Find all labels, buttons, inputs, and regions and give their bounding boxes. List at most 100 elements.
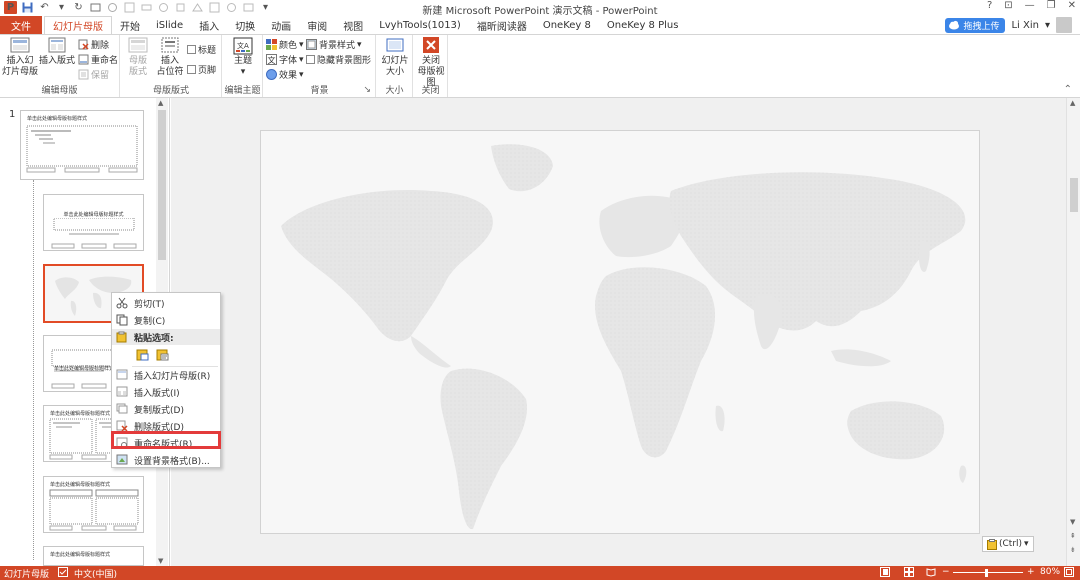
background-styles-button[interactable]: 背景样式 ▾ bbox=[306, 38, 362, 51]
menu-item-insert-slide-master[interactable]: 插入幻灯片母版(R) bbox=[112, 367, 220, 383]
insert-placeholder-button[interactable]: 插入 占位符 bbox=[153, 37, 187, 78]
menu-item-insert-master-label: 插入幻灯片母版(R) bbox=[134, 371, 211, 382]
master-layout-button[interactable]: 母版 版式 bbox=[124, 37, 152, 78]
colors-dropdown-icon: ▾ bbox=[299, 39, 304, 50]
group-label-edit-theme: 编辑主题 bbox=[224, 86, 261, 96]
tab-10[interactable]: OneKey 8 bbox=[535, 16, 599, 34]
menu-item-copy[interactable]: 复制(C) bbox=[112, 312, 220, 328]
rename-button[interactable]: 重命名 bbox=[78, 53, 118, 66]
avatar[interactable] bbox=[1056, 17, 1072, 33]
menu-item-duplicate-layout[interactable]: 复制版式(D) bbox=[112, 401, 220, 417]
previous-slide-icon[interactable]: ⇞ bbox=[1070, 532, 1076, 540]
menu-item-insert-layout[interactable]: 插入版式(I) bbox=[112, 384, 220, 400]
delete-button[interactable]: 删除 bbox=[78, 38, 109, 51]
tab-0[interactable]: 幻灯片母版 bbox=[44, 16, 112, 34]
slide-layout-world-map[interactable] bbox=[260, 130, 980, 534]
zoom-slider-knob[interactable] bbox=[985, 569, 988, 577]
canvas-scroll-thumb[interactable] bbox=[1070, 178, 1078, 212]
menu-item-cut-label: 剪切(T) bbox=[134, 299, 165, 310]
scroll-down-icon[interactable]: ▼ bbox=[158, 557, 163, 565]
restore-icon[interactable]: ❐ bbox=[1047, 0, 1056, 11]
paste-options-ctrl-button[interactable]: (Ctrl) ▾ bbox=[982, 536, 1034, 552]
menu-item-cut[interactable]: 剪切(T) bbox=[112, 295, 220, 311]
paste-use-destination-theme-icon[interactable] bbox=[136, 348, 149, 361]
thumbnail-slide-master[interactable]: 单击此处编辑母版标题样式 bbox=[20, 110, 144, 180]
upload-button[interactable]: 拖拽上传 bbox=[945, 17, 1006, 33]
status-language[interactable]: 中文(中国) bbox=[74, 567, 117, 580]
background-dialog-launcher-icon[interactable]: ↘ bbox=[363, 85, 371, 95]
paste-keep-source-format-icon[interactable] bbox=[156, 348, 169, 361]
footer-checkbox[interactable]: 页脚 bbox=[187, 63, 216, 76]
theme-label: 主题 bbox=[233, 56, 252, 66]
thumbnail-scroll-thumb[interactable] bbox=[158, 110, 166, 260]
title-checkbox-box[interactable] bbox=[187, 45, 196, 54]
help-icon[interactable]: ? bbox=[987, 0, 992, 11]
minimize-icon[interactable]: — bbox=[1025, 0, 1035, 11]
tab-4[interactable]: 切换 bbox=[227, 16, 263, 34]
insert-layout-label: 插入版式 bbox=[38, 56, 75, 66]
preserve-button[interactable]: 保留 bbox=[78, 68, 109, 81]
title-checkbox[interactable]: 标题 bbox=[187, 43, 216, 56]
tab-8[interactable]: LvyhTools(1013) bbox=[371, 16, 469, 34]
thumbnail-layout-title-only[interactable]: 单击此处编辑母版标题样式 bbox=[43, 546, 144, 566]
highlight-annotation-box bbox=[111, 431, 221, 449]
insert-slide-master-button[interactable]: 插入幻 灯片母版 bbox=[2, 37, 38, 78]
insert-layout-button[interactable]: 插入版式 bbox=[38, 37, 76, 67]
tab-5[interactable]: 动画 bbox=[263, 16, 299, 34]
menu-item-copy-label: 复制(C) bbox=[134, 316, 166, 327]
colors-button[interactable]: 颜色 ▾ bbox=[266, 38, 304, 51]
normal-view-icon[interactable] bbox=[880, 567, 890, 580]
footer-checkbox-box[interactable] bbox=[187, 65, 196, 74]
next-slide-icon[interactable]: ⇟ bbox=[1070, 546, 1076, 554]
zoom-out-icon[interactable]: − bbox=[942, 567, 950, 577]
slide-size-label: 幻灯片 大小 bbox=[381, 56, 409, 77]
ribbon: 插入幻 灯片母版 插入版式 删除 重命名 保留 编辑母版 母版 版式 插入 占位… bbox=[0, 34, 1080, 98]
thumbnail-layout-comparison[interactable]: 单击此处编辑母版标题样式 bbox=[43, 476, 144, 533]
close-master-icon bbox=[423, 37, 439, 53]
fonts-dropdown-icon: ▾ bbox=[299, 54, 304, 65]
effects-label: 效果 bbox=[279, 71, 298, 81]
paste-ctrl-label: (Ctrl) bbox=[999, 539, 1023, 549]
zoom-level[interactable]: 80% bbox=[1040, 567, 1060, 577]
fit-to-window-icon[interactable] bbox=[1064, 567, 1074, 580]
clipboard-icon bbox=[987, 538, 997, 550]
close-window-icon[interactable]: ✕ bbox=[1068, 0, 1076, 11]
slide-number: 1 bbox=[9, 109, 16, 120]
insert-placeholder-icon bbox=[161, 37, 179, 53]
delete-label: 删除 bbox=[91, 41, 110, 51]
background-styles-label: 背景样式 bbox=[319, 41, 356, 51]
effects-button[interactable]: 效果 ▾ bbox=[266, 68, 304, 81]
zoom-slider[interactable] bbox=[953, 572, 1023, 573]
ribbon-display-icon[interactable]: ⊡ bbox=[1004, 0, 1012, 11]
window-controls: ? ⊡ — ❐ ✕ bbox=[987, 0, 1076, 11]
canvas-scroll-up-icon[interactable]: ▲ bbox=[1070, 99, 1075, 107]
spell-check-icon[interactable] bbox=[58, 567, 68, 580]
tab-3[interactable]: 插入 bbox=[191, 16, 227, 34]
zoom-in-icon[interactable]: + bbox=[1027, 567, 1035, 577]
ribbon-collapse-icon[interactable]: ⌃ bbox=[1064, 84, 1072, 95]
reading-view-icon[interactable] bbox=[926, 567, 936, 580]
tab-9[interactable]: 福昕阅读器 bbox=[469, 16, 535, 34]
tab-11[interactable]: OneKey 8 Plus bbox=[599, 16, 687, 34]
tab-2[interactable]: iSlide bbox=[148, 16, 191, 34]
scroll-up-icon[interactable]: ▲ bbox=[158, 99, 163, 107]
close-master-view-button[interactable]: 关闭 母版视图 bbox=[414, 37, 448, 89]
hide-background-checkbox-box[interactable] bbox=[306, 55, 315, 64]
tab-7[interactable]: 视图 bbox=[335, 16, 371, 34]
tab-6[interactable]: 审阅 bbox=[299, 16, 335, 34]
slide-size-button[interactable]: 幻灯片 大小 bbox=[379, 37, 411, 78]
duplicate-layout-icon bbox=[116, 403, 128, 414]
user-dropdown-icon[interactable]: ▾ bbox=[1045, 20, 1050, 31]
fonts-button[interactable]: 文 字体 ▾ bbox=[266, 53, 304, 66]
thumbnail-layout-title[interactable]: 单击此处编辑母版标题样式 bbox=[43, 194, 144, 251]
tab-1[interactable]: 开始 bbox=[112, 16, 148, 34]
user-name[interactable]: Li Xin bbox=[1011, 20, 1039, 31]
menu-item-format-background[interactable]: 设置背景格式(B)... bbox=[112, 452, 220, 468]
slide-sorter-icon[interactable] bbox=[904, 567, 914, 580]
canvas-vertical-scrollbar[interactable]: ▲ ▼ ⇞ ⇟ bbox=[1066, 98, 1080, 566]
tree-connector bbox=[33, 180, 34, 560]
theme-button[interactable]: 文A 主题 ▾ bbox=[229, 37, 257, 78]
tab-file[interactable]: 文件 bbox=[0, 16, 42, 34]
hide-background-checkbox[interactable]: 隐藏背景图形 bbox=[306, 53, 371, 66]
canvas-scroll-down-icon[interactable]: ▼ bbox=[1070, 518, 1075, 526]
